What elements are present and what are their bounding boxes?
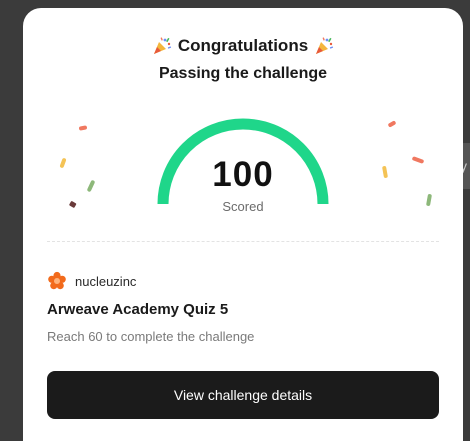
score-value: 100 xyxy=(212,155,274,194)
view-challenge-details-button[interactable]: View challenge details xyxy=(47,371,439,419)
org-row: nucleuzinc xyxy=(47,271,136,291)
modal-title: Congratulations xyxy=(23,36,463,56)
challenge-description: Reach 60 to complete the challenge xyxy=(47,329,255,344)
section-divider xyxy=(47,241,439,242)
org-name: nucleuzinc xyxy=(75,273,137,289)
challenge-result-modal: Congratulations Passing the challenge 10… xyxy=(23,8,463,441)
party-popper-icon xyxy=(316,37,334,54)
modal-subtitle: Passing the challenge xyxy=(158,65,328,82)
modal-title-text: Congratulations xyxy=(177,36,309,55)
score-label: Scored xyxy=(222,199,264,214)
party-popper-icon xyxy=(153,37,171,54)
challenge-title: Arweave Academy Quiz 5 xyxy=(47,301,229,318)
org-logo-icon xyxy=(48,271,66,290)
